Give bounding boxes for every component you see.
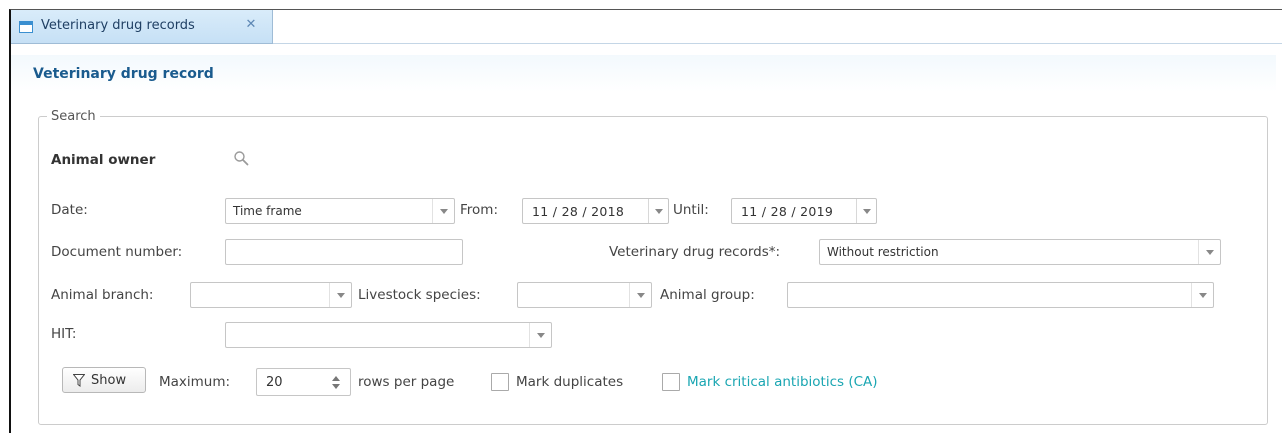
chevron-down-icon[interactable] <box>1191 283 1213 307</box>
close-icon[interactable]: ✕ <box>243 17 259 33</box>
tab-veterinary-drug-records[interactable]: Veterinary drug records ✕ <box>11 10 273 44</box>
document-number-field[interactable] <box>225 239 463 265</box>
livestock-species-label: Livestock species: <box>358 287 481 303</box>
chevron-down-icon[interactable] <box>432 199 454 223</box>
document-number-label: Document number: <box>51 244 183 260</box>
animal-branch-label: Animal branch: <box>51 287 154 303</box>
maximum-rows-value: 20 <box>266 375 283 390</box>
tab-bar: Veterinary drug records ✕ <box>11 10 1282 44</box>
chevron-up-icon[interactable] <box>332 376 340 381</box>
until-date-value: 11 / 28 / 2019 <box>741 204 834 219</box>
from-label: From: <box>460 202 498 218</box>
date-mode-select[interactable]: Time frame <box>225 198 455 224</box>
animal-group-label: Animal group: <box>660 287 755 303</box>
chevron-down-icon[interactable] <box>856 199 876 223</box>
filter-icon <box>73 374 85 387</box>
chevron-down-icon[interactable] <box>529 323 551 347</box>
vet-records-label: Veterinary drug records*: <box>609 244 781 260</box>
page-title: Veterinary drug record <box>33 66 214 82</box>
date-mode-value: Time frame <box>233 204 302 218</box>
animal-owner-label: Animal owner <box>51 152 156 168</box>
rows-per-page-label: rows per page <box>358 374 455 390</box>
maximum-rows-stepper[interactable]: 20 <box>256 368 351 396</box>
mark-ca-label: Mark critical antibiotics (CA) <box>687 374 878 390</box>
search-icon[interactable] <box>233 150 249 166</box>
mark-duplicates-checkbox[interactable] <box>491 373 509 391</box>
tab-label: Veterinary drug records <box>41 18 195 33</box>
mark-ca-checkbox[interactable] <box>662 373 680 391</box>
date-label: Date: <box>51 202 88 218</box>
hit-select[interactable] <box>225 322 552 348</box>
mark-duplicates-label: Mark duplicates <box>516 374 624 390</box>
maximum-label: Maximum: <box>159 374 231 390</box>
chevron-down-icon[interactable] <box>1198 240 1220 264</box>
until-date-picker[interactable]: 11 / 28 / 2019 <box>731 198 877 224</box>
show-button-label: Show <box>91 373 127 388</box>
from-date-value: 11 / 28 / 2018 <box>532 204 625 219</box>
window-icon <box>19 21 33 33</box>
vet-records-select[interactable]: Without restriction <box>819 239 1221 265</box>
panel-header: Veterinary drug record <box>11 55 1276 92</box>
vet-records-value: Without restriction <box>827 245 939 259</box>
chevron-down-icon[interactable] <box>332 384 340 389</box>
chevron-down-icon[interactable] <box>329 283 351 307</box>
search-legend: Search <box>47 109 100 124</box>
from-date-picker[interactable]: 11 / 28 / 2018 <box>522 198 669 224</box>
chevron-down-icon[interactable] <box>629 283 651 307</box>
chevron-down-icon[interactable] <box>648 199 668 223</box>
show-button[interactable]: Show <box>62 367 146 393</box>
hit-label: HIT: <box>51 326 77 342</box>
until-label: Until: <box>673 202 709 218</box>
animal-group-select[interactable] <box>787 282 1214 308</box>
animal-branch-select[interactable] <box>190 282 352 308</box>
livestock-species-select[interactable] <box>517 282 652 308</box>
